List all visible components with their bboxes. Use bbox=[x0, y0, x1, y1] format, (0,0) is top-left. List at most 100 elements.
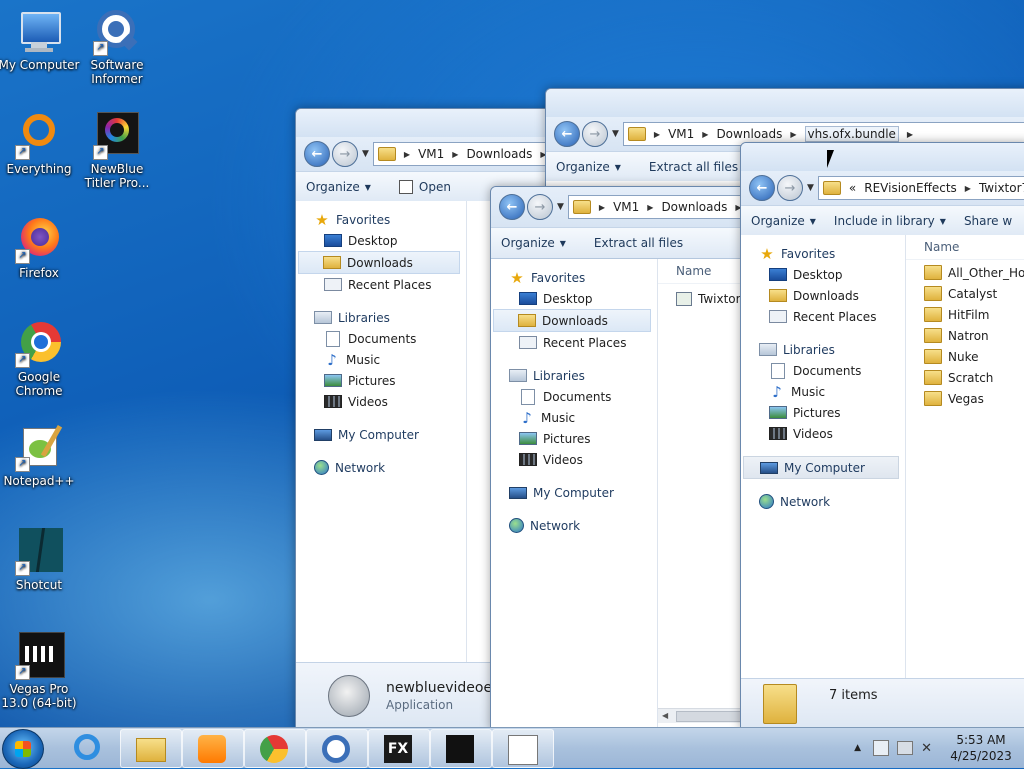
history-dropdown-icon[interactable]: ▼ bbox=[612, 129, 619, 139]
address-bar[interactable]: ▶ VM1 ▶ Downloads ▶ bbox=[567, 195, 751, 219]
breadcrumb-item[interactable]: vhs.ofx.bundle bbox=[804, 126, 899, 142]
nav-music[interactable]: ♪ Music bbox=[491, 407, 657, 428]
horizontal-scrollbar[interactable]: ◀ bbox=[658, 708, 751, 723]
taskbar-fx-app[interactable]: FX bbox=[368, 729, 430, 768]
nav-videos[interactable]: Videos bbox=[296, 391, 466, 412]
share-with-button[interactable]: Share w bbox=[964, 214, 1012, 228]
desktop-icon-shotcut[interactable]: ↗ Shotcut bbox=[0, 528, 82, 592]
nav-recent-places[interactable]: Recent Places bbox=[491, 332, 657, 353]
organize-button[interactable]: Organize ▼ bbox=[751, 214, 816, 228]
desktop-icon-newblue-titler[interactable]: ↗ NewBlue Titler Pro... bbox=[74, 112, 160, 190]
nav-desktop[interactable]: Desktop bbox=[741, 264, 905, 285]
clock[interactable]: 5:53 AM 4/25/2023 bbox=[938, 732, 1024, 764]
column-header-name[interactable]: Name bbox=[658, 259, 751, 284]
breadcrumb-item[interactable]: VM1 bbox=[668, 127, 694, 141]
desktop-icon-notepad-plus-plus[interactable]: ↗ Notepad++ bbox=[0, 424, 82, 488]
include-in-library-button[interactable]: Include in library ▼ bbox=[834, 214, 946, 228]
forward-arrow-icon[interactable]: → bbox=[582, 121, 608, 147]
nav-network[interactable]: Network bbox=[741, 491, 905, 512]
window-titlebar[interactable] bbox=[546, 89, 1024, 117]
desktop-icon-google-chrome[interactable]: ↗ Google Chrome bbox=[0, 320, 82, 398]
folder-row[interactable]: HitFilm bbox=[906, 304, 1024, 325]
taskbar-windows-explorer[interactable] bbox=[120, 729, 182, 768]
extract-all-files-button[interactable]: Extract all files bbox=[649, 160, 738, 174]
nav-documents[interactable]: Documents bbox=[741, 360, 905, 381]
taskbar-internet-explorer[interactable] bbox=[70, 732, 106, 764]
nav-downloads[interactable]: Downloads bbox=[493, 309, 651, 332]
scroll-left-arrow-icon[interactable]: ◀ bbox=[662, 709, 668, 723]
nav-videos[interactable]: Videos bbox=[741, 423, 905, 444]
breadcrumb-item[interactable]: Downloads bbox=[716, 127, 782, 141]
chevron-right-icon[interactable]: ▶ bbox=[599, 203, 605, 212]
nav-favorites[interactable]: ★ Favorites bbox=[741, 243, 905, 264]
breadcrumb-item[interactable]: VM1 bbox=[613, 200, 639, 214]
nav-pictures[interactable]: Pictures bbox=[296, 370, 466, 391]
open-button[interactable]: Open bbox=[398, 180, 451, 194]
folder-row[interactable]: Natron bbox=[906, 325, 1024, 346]
address-bar[interactable]: ▶ VM1 ▶ Downloads ▶ bbox=[372, 142, 556, 166]
nav-videos[interactable]: Videos bbox=[491, 449, 657, 470]
nav-recent-places[interactable]: Recent Places bbox=[741, 306, 905, 327]
nav-pictures[interactable]: Pictures bbox=[741, 402, 905, 423]
chevron-right-icon[interactable]: ▶ bbox=[452, 150, 458, 159]
show-hidden-icons-icon[interactable]: ▲ bbox=[854, 743, 861, 753]
nav-network[interactable]: Network bbox=[491, 515, 657, 536]
window-titlebar[interactable] bbox=[741, 143, 1024, 171]
breadcrumb-overflow[interactable]: « bbox=[849, 181, 856, 195]
history-dropdown-icon[interactable]: ▼ bbox=[557, 202, 564, 212]
folder-row[interactable]: Catalyst bbox=[906, 283, 1024, 304]
breadcrumb-item[interactable]: REVisionEffects bbox=[864, 181, 957, 195]
chevron-right-icon[interactable]: ▶ bbox=[907, 130, 913, 139]
forward-arrow-icon[interactable]: → bbox=[332, 141, 358, 167]
organize-button[interactable]: Organize ▼ bbox=[306, 180, 371, 194]
file-row[interactable]: Twixtor7 bbox=[658, 288, 751, 309]
folder-row[interactable]: Scratch bbox=[906, 367, 1024, 388]
organize-button[interactable]: Organize ▼ bbox=[501, 236, 566, 250]
history-dropdown-icon[interactable]: ▼ bbox=[807, 183, 814, 193]
folder-row[interactable]: Nuke bbox=[906, 346, 1024, 367]
nav-libraries[interactable]: Libraries bbox=[491, 365, 657, 386]
volume-muted-icon[interactable]: ✕ bbox=[921, 741, 932, 756]
explorer-window-twixtor[interactable]: ← → ▼ « REVisionEffects ▶ Twixtor7OFX Or… bbox=[740, 142, 1024, 730]
column-header-name[interactable]: Name bbox=[906, 235, 1024, 260]
chevron-right-icon[interactable]: ▶ bbox=[702, 130, 708, 139]
desktop-icon-my-computer[interactable]: My Computer bbox=[0, 8, 82, 72]
folder-row[interactable]: All_Other_Hosts bbox=[906, 262, 1024, 283]
breadcrumb-item[interactable]: Twixtor7OFX bbox=[979, 181, 1024, 195]
desktop-icon-software-informer[interactable]: ↗ Software Informer bbox=[74, 8, 160, 86]
desktop-icon-everything[interactable]: ↗ Everything bbox=[0, 112, 82, 176]
forward-arrow-icon[interactable]: → bbox=[777, 175, 803, 201]
desktop-icon-vegas-pro[interactable]: ↗ Vegas Pro 13.0 (64-bit) bbox=[0, 632, 82, 710]
nav-music[interactable]: ♪ Music bbox=[741, 381, 905, 402]
history-dropdown-icon[interactable]: ▼ bbox=[362, 149, 369, 159]
nav-network[interactable]: Network bbox=[296, 457, 466, 478]
folder-row[interactable]: Vegas bbox=[906, 388, 1024, 409]
nav-libraries[interactable]: Libraries bbox=[741, 339, 905, 360]
desktop-icon-firefox[interactable]: ↗ Firefox bbox=[0, 216, 82, 280]
nav-favorites[interactable]: ★ Favorites bbox=[491, 267, 657, 288]
back-arrow-icon[interactable]: ← bbox=[304, 141, 330, 167]
taskbar-windows-media-player[interactable] bbox=[182, 729, 244, 768]
nav-libraries[interactable]: Libraries bbox=[296, 307, 466, 328]
back-arrow-icon[interactable]: ← bbox=[554, 121, 580, 147]
nav-music[interactable]: ♪ Music bbox=[296, 349, 466, 370]
file-list[interactable]: Name All_Other_Hosts Catalyst HitFilm Natro… bbox=[906, 235, 1024, 729]
chevron-right-icon[interactable]: ▶ bbox=[647, 203, 653, 212]
nav-desktop[interactable]: Desktop bbox=[491, 288, 657, 309]
nav-documents[interactable]: Documents bbox=[296, 328, 466, 349]
window-titlebar[interactable] bbox=[296, 109, 556, 137]
taskbar-software-informer[interactable] bbox=[306, 729, 368, 768]
address-bar[interactable]: « REVisionEffects ▶ Twixtor7OFX bbox=[817, 176, 1024, 200]
nav-my-computer[interactable]: My Computer bbox=[296, 424, 466, 445]
nav-pictures[interactable]: Pictures bbox=[491, 428, 657, 449]
extract-all-files-button[interactable]: Extract all files bbox=[594, 236, 683, 250]
chevron-right-icon[interactable]: ▶ bbox=[654, 130, 660, 139]
organize-button[interactable]: Organize ▼ bbox=[556, 160, 621, 174]
nav-downloads[interactable]: Downloads bbox=[741, 285, 905, 306]
nav-my-computer[interactable]: My Computer bbox=[491, 482, 657, 503]
start-button[interactable] bbox=[2, 729, 44, 769]
nav-desktop[interactable]: Desktop bbox=[296, 230, 466, 251]
nav-documents[interactable]: Documents bbox=[491, 386, 657, 407]
action-center-icon[interactable] bbox=[873, 740, 890, 756]
nav-my-computer[interactable]: My Computer bbox=[743, 456, 899, 479]
